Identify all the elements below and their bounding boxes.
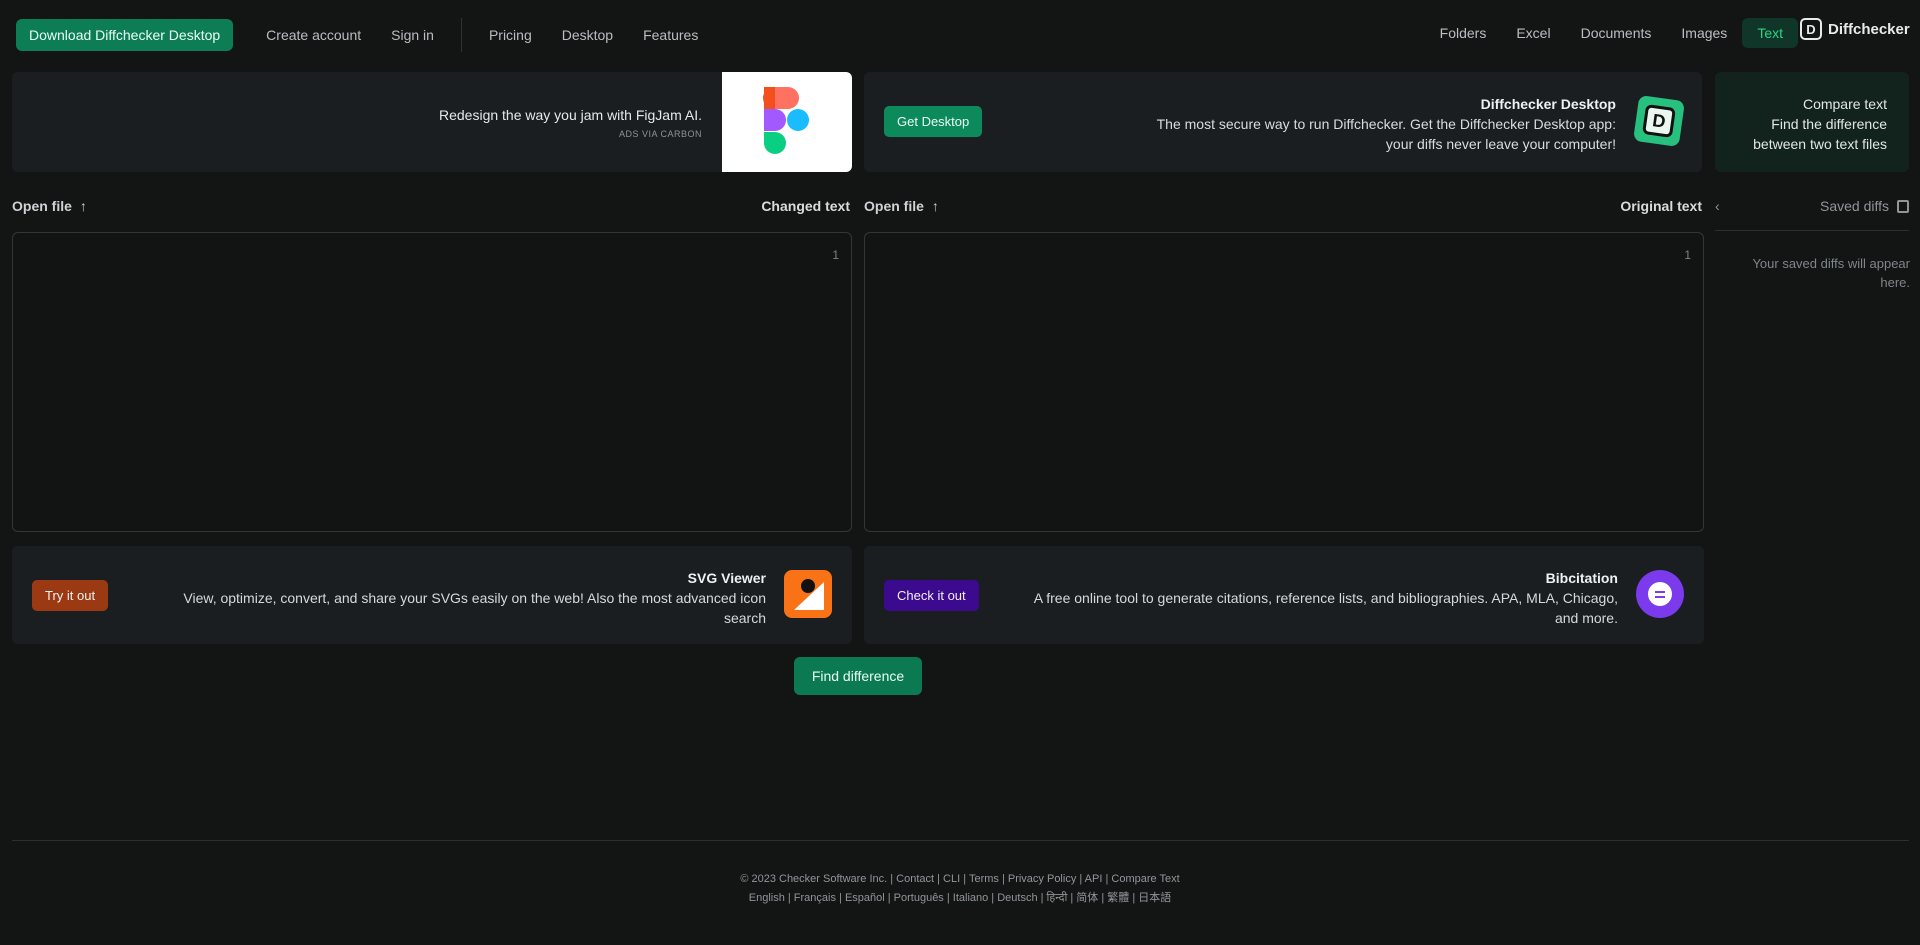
ad-card[interactable]: Redesign the way you jam with FigJam AI.… — [12, 72, 852, 172]
header-actions: Download Diffchecker Desktop Create acco… — [16, 18, 713, 52]
changed-open-file-button[interactable]: Open file ↑ — [12, 198, 87, 214]
divider — [460, 18, 462, 52]
save-icon — [1897, 199, 1909, 213]
ad-title[interactable]: Redesign the way you jam with FigJam AI. — [439, 107, 702, 123]
check-it-out-button[interactable]: Check it out — [884, 580, 979, 611]
bibcitation-title: Bibcitation — [1545, 570, 1618, 586]
svg-viewer-title: SVG Viewer — [687, 570, 766, 586]
line-number: 1 — [1684, 248, 1691, 262]
get-desktop-button[interactable]: Get Desktop — [884, 106, 983, 137]
original-header: Open file ↑ Original text — [864, 198, 1702, 214]
changed-label: Changed text — [761, 198, 850, 214]
saved-diffs-header: ‹ Saved diffs — [1715, 198, 1909, 214]
nav-tabs: Folders Excel Documents Images Text — [1425, 18, 1798, 48]
logo[interactable]: D Diffchecker — [1800, 18, 1910, 40]
original-label: Original text — [1620, 198, 1702, 214]
compare-line3: between two text files — [1753, 136, 1887, 152]
tab-documents[interactable]: Documents — [1566, 18, 1667, 48]
changed-text-input[interactable]: 1 — [12, 232, 852, 532]
bibcitation-text: Bibcitation A free online tool to genera… — [1018, 568, 1618, 628]
logo-text: Diffchecker — [1828, 20, 1910, 38]
bibcitation-card: Bibcitation A free online tool to genera… — [864, 546, 1704, 644]
upload-icon: ↑ — [931, 198, 939, 214]
diffchecker-desktop-icon: D — [1633, 95, 1685, 147]
pricing-link[interactable]: Pricing — [474, 20, 547, 50]
promo-body: The most secure way to run Diffchecker. … — [1156, 116, 1616, 152]
bibcitation-icon — [1636, 570, 1684, 618]
svg-viewer-body: View, optimize, convert, and share your … — [183, 590, 766, 626]
collapse-chevron-icon[interactable]: ‹ — [1715, 198, 1720, 214]
tab-excel[interactable]: Excel — [1501, 18, 1565, 48]
create-account-link[interactable]: Create account — [251, 20, 376, 50]
tab-images[interactable]: Images — [1666, 18, 1742, 48]
sign-in-link[interactable]: Sign in — [376, 20, 449, 50]
svg-viewer-card: SVG Viewer View, optimize, convert, and … — [12, 546, 852, 644]
figma-logo[interactable] — [722, 72, 852, 172]
download-desktop-button[interactable]: Download Diffchecker Desktop — [16, 19, 234, 51]
footer-links[interactable]: © 2023 Checker Software Inc. | Contact |… — [0, 873, 1920, 885]
compare-title: Compare text — [1802, 96, 1887, 112]
original-open-file-button[interactable]: Open file ↑ — [864, 198, 939, 214]
original-text-input[interactable]: 1 — [864, 232, 1704, 532]
divider — [12, 840, 1909, 841]
tab-folders[interactable]: Folders — [1425, 18, 1502, 48]
upload-icon: ↑ — [79, 198, 87, 214]
saved-diffs-empty: Your saved diffs will appear here. — [1752, 256, 1910, 290]
changed-header: Open file ↑ Changed text — [12, 198, 850, 214]
compare-line2: Find the difference — [1771, 116, 1887, 132]
compare-text-card: Compare text Find the difference between… — [1715, 72, 1909, 172]
ad-via[interactable]: ADS VIA CARBON — [619, 129, 702, 139]
desktop-promo-card: D Diffchecker Desktop The most secure wa… — [864, 72, 1702, 172]
find-difference-button[interactable]: Find difference — [794, 657, 922, 695]
tab-text[interactable]: Text — [1742, 18, 1798, 48]
bibcitation-body: A free online tool to generate citations… — [1033, 590, 1618, 626]
desktop-link[interactable]: Desktop — [547, 20, 628, 50]
svg-viewer-text: SVG Viewer View, optimize, convert, and … — [166, 568, 766, 628]
saved-diffs-title: Saved diffs — [1819, 198, 1889, 214]
try-it-out-button[interactable]: Try it out — [32, 580, 109, 611]
promo-title: Diffchecker Desktop — [1480, 96, 1616, 112]
line-number: 1 — [832, 248, 839, 262]
divider — [1715, 230, 1909, 231]
svg-viewer-icon — [784, 570, 832, 618]
features-link[interactable]: Features — [628, 20, 713, 50]
footer-languages[interactable]: English | Français | Español | Português… — [0, 889, 1920, 905]
promo-text: Diffchecker Desktop The most secure way … — [1136, 94, 1616, 154]
logo-icon: D — [1800, 18, 1822, 40]
